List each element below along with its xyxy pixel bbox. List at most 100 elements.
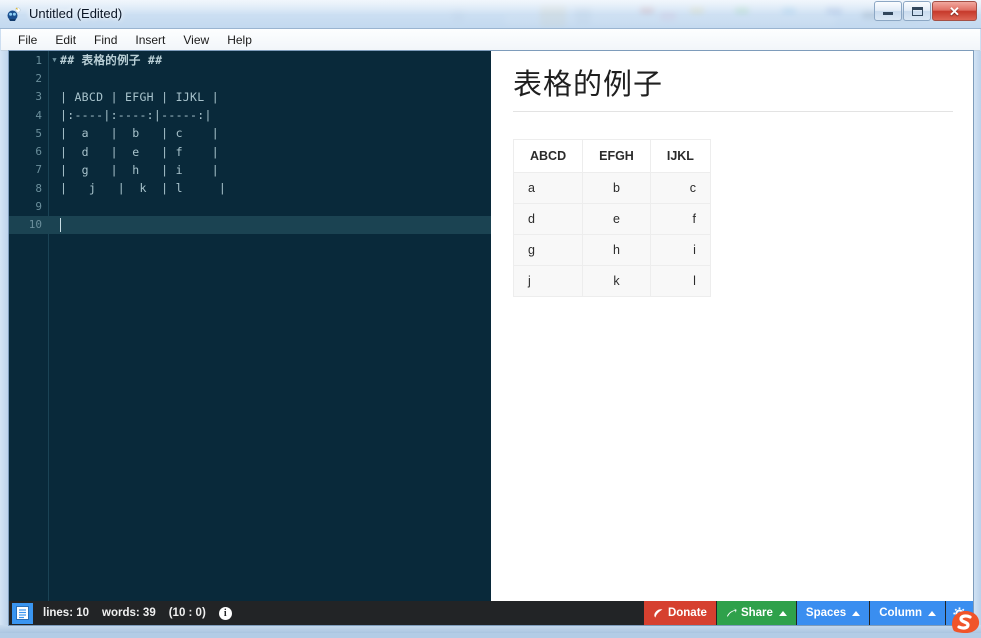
maximize-icon (911, 6, 923, 16)
code-line[interactable]: 4 |:----|:----:|-----:| (9, 106, 491, 124)
table-cell: e (582, 203, 651, 236)
line-number: 7 (35, 163, 42, 177)
close-button[interactable]: ✕ (932, 1, 977, 21)
main-split-area: 1 ▼ ## 表格的例子 ## 2 3 | ABCD | EFGH | IJKL | 4 |:… (9, 51, 973, 601)
donate-label: Donate (667, 607, 707, 619)
table-cell: a (512, 172, 584, 205)
code-line-text: ## 表格的例子 ## (60, 53, 163, 68)
line-number: 10 (28, 218, 42, 232)
share-button[interactable]: Share (716, 601, 796, 625)
spaces-label: Spaces (805, 607, 847, 619)
info-icon[interactable]: i (218, 606, 232, 620)
code-line-text: |:----|:----:|-----:| (60, 108, 212, 123)
code-line-text: | g | h | i | (60, 162, 219, 177)
status-info-group: lines: 10 words: 39 (10 : 0) i (43, 606, 232, 620)
heart-icon (654, 608, 663, 617)
minimize-button[interactable] (874, 1, 902, 21)
status-lines-count: lines: 10 (43, 607, 90, 619)
table-body: abcdefghijkl (512, 172, 711, 298)
chevron-up-icon (778, 610, 787, 616)
code-line-list: 1 ▼ ## 表格的例子 ## 2 3 | ABCD | EFGH | IJKL | 4 |:… (9, 51, 491, 234)
table-header-cell: EFGH (582, 139, 651, 174)
line-number: 9 (35, 200, 42, 214)
table-row: ghi (512, 234, 711, 267)
menu-item-file[interactable]: File (9, 30, 46, 50)
table-cell: l (649, 265, 711, 298)
share-arrow-icon (726, 608, 737, 617)
code-line[interactable]: 10 (9, 215, 491, 234)
window-controls: ✕ (874, 1, 977, 21)
preview-heading: 表格的例子 (513, 67, 953, 113)
close-icon: ✕ (949, 3, 960, 19)
table-cell: k (582, 265, 651, 298)
menu-bar: File Edit Find Insert View Help (1, 29, 980, 51)
code-line[interactable]: 1 ▼ ## 表格的例子 ## (9, 51, 491, 69)
code-line[interactable]: 7 | g | h | i | (9, 161, 491, 179)
markdown-editor[interactable]: 1 ▼ ## 表格的例子 ## 2 3 | ABCD | EFGH | IJKL | 4 |:… (9, 51, 491, 601)
table-header-row: ABCD EFGH IJKL (512, 139, 711, 174)
status-cursor-position: (10 : 0) (168, 607, 206, 619)
window-frame-bottom (0, 625, 981, 633)
window-title: Untitled (Edited) (29, 6, 123, 21)
code-line[interactable]: 9 (9, 197, 491, 215)
line-number: 3 (35, 90, 42, 104)
table-row: def (512, 203, 711, 236)
code-line-text: | d | e | f | (60, 144, 219, 159)
column-label: Column (879, 607, 922, 619)
menu-item-help[interactable]: Help (218, 30, 261, 50)
fold-toggle-icon[interactable]: ▼ (49, 56, 60, 64)
line-number: 8 (35, 181, 42, 195)
menu-item-insert[interactable]: Insert (126, 30, 174, 50)
minimize-icon (883, 12, 893, 15)
menu-item-edit[interactable]: Edit (46, 30, 85, 50)
text-cursor (60, 217, 61, 232)
chevron-up-icon (852, 610, 861, 616)
markdown-preview: 表格的例子 ABCD EFGH IJKL abcdefghijkl (491, 51, 973, 601)
code-line[interactable]: 5 | a | b | c | (9, 124, 491, 142)
line-number: 1 (35, 53, 42, 67)
column-button[interactable]: Column (870, 601, 945, 625)
code-line[interactable]: 6 | d | e | f | (9, 142, 491, 160)
chevron-up-icon (928, 610, 936, 616)
title-bar[interactable]: Untitled (Edited) ✕ (0, 0, 981, 29)
code-line[interactable]: 2 (9, 69, 491, 87)
menu-item-find[interactable]: Find (85, 30, 126, 50)
preview-table: ABCD EFGH IJKL abcdefghijkl (512, 139, 711, 298)
watermark-logo (950, 601, 980, 633)
table-head: ABCD EFGH IJKL (512, 139, 711, 174)
table-cell: i (649, 234, 711, 267)
table-row: abc (512, 172, 711, 205)
line-number: 6 (35, 145, 42, 159)
menu-item-view[interactable]: View (174, 30, 218, 50)
table-cell: g (512, 234, 584, 267)
table-row: jkl (512, 265, 711, 298)
code-line-text: | a | b | c | (60, 126, 219, 141)
code-line[interactable]: 8 | j | k | l | (9, 179, 491, 197)
app-icon (6, 6, 23, 23)
table-cell: j (512, 265, 584, 298)
line-number: 4 (35, 108, 42, 122)
donate-button[interactable]: Donate (643, 601, 716, 625)
window-frame-right (973, 51, 981, 633)
application-window: Untitled (Edited) ✕ File Edit Find Inser… (0, 0, 981, 633)
line-number: 2 (35, 71, 42, 85)
table-header-cell: IJKL (649, 139, 711, 174)
table-cell: b (582, 172, 651, 205)
share-label: Share (740, 607, 773, 619)
status-bar: lines: 10 words: 39 (10 : 0) i Donate Sh… (9, 601, 973, 625)
table-cell: f (649, 203, 711, 236)
glass-sheen (0, 0, 981, 14)
maximize-button[interactable] (903, 1, 931, 21)
code-line-text: | ABCD | EFGH | IJKL | (60, 89, 219, 104)
window-frame-left (0, 51, 9, 633)
spaces-button[interactable]: Spaces (796, 601, 870, 625)
status-actions: Donate Share Spaces Column (643, 601, 973, 625)
table-cell: c (649, 172, 711, 205)
line-number: 5 (35, 126, 42, 140)
table-cell: d (512, 203, 584, 236)
document-icon[interactable] (12, 602, 33, 624)
code-line[interactable]: 3 | ABCD | EFGH | IJKL | (9, 88, 491, 106)
table-cell: h (582, 234, 651, 267)
status-words-count: words: 39 (102, 607, 156, 619)
table-header-cell: ABCD (512, 139, 584, 174)
